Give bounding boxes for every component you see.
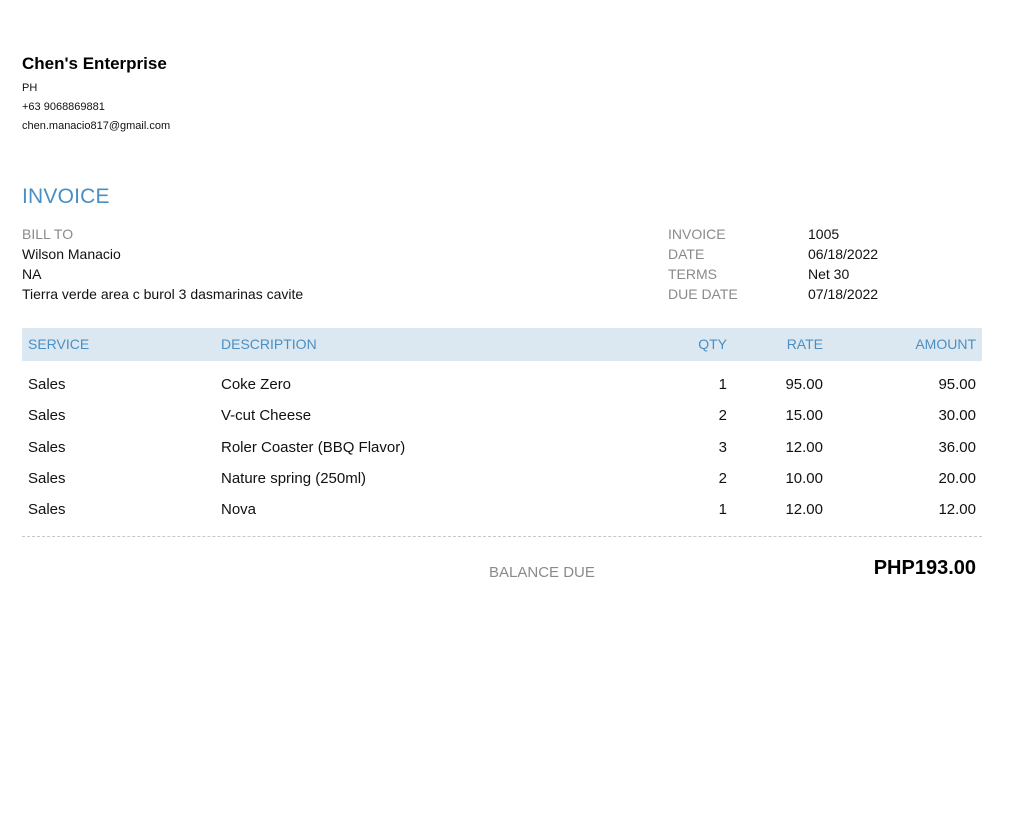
meta-label: DUE DATE bbox=[668, 286, 738, 302]
meta-value: Net 30 bbox=[808, 266, 850, 282]
cell-amount: 12.00 bbox=[938, 501, 976, 519]
meta-value: 07/18/2022 bbox=[808, 286, 879, 302]
cell-service: Sales bbox=[28, 501, 66, 519]
bill-to-line2: NA bbox=[22, 266, 42, 282]
meta-value: 1005 bbox=[808, 226, 840, 242]
meta-label: INVOICE bbox=[668, 226, 726, 242]
cell-rate: 12.00 bbox=[785, 501, 823, 519]
total-divider bbox=[22, 536, 982, 537]
cell-description: Nature spring (250ml) bbox=[221, 469, 367, 487]
company-name: Chen's Enterprise bbox=[22, 54, 167, 73]
cell-service: Sales bbox=[28, 469, 66, 487]
cell-service: Sales bbox=[28, 407, 66, 425]
cell-amount: 30.00 bbox=[938, 407, 976, 425]
table-row: Sales Nova 1 12.00 12.00 bbox=[22, 494, 982, 525]
cell-service: Sales bbox=[28, 438, 66, 456]
meta-label: TERMS bbox=[668, 266, 717, 282]
header-rate: RATE bbox=[786, 336, 823, 352]
invoice-meta: INVOICE 1005 DATE 06/18/2022 TERMS Net 3… bbox=[668, 224, 878, 304]
meta-row-due-date: DUE DATE 07/18/2022 bbox=[668, 284, 878, 304]
header-service: SERVICE bbox=[28, 336, 90, 352]
bill-to-name: Wilson Manacio bbox=[22, 246, 121, 262]
header-description: DESCRIPTION bbox=[221, 336, 317, 352]
meta-row-terms: TERMS Net 30 bbox=[668, 264, 878, 284]
meta-label: DATE bbox=[668, 246, 705, 262]
cell-qty: 1 bbox=[718, 501, 727, 519]
cell-qty: 3 bbox=[718, 438, 727, 456]
company-phone: +63 9068869881 bbox=[22, 101, 105, 113]
bill-to-address: Tierra verde area c burol 3 dasmarinas c… bbox=[22, 286, 304, 302]
company-country: PH bbox=[22, 82, 38, 94]
table-row: Sales Coke Zero 1 95.00 95.00 bbox=[22, 369, 982, 400]
balance-due-amount: PHP193.00 bbox=[873, 557, 976, 579]
cell-rate: 95.00 bbox=[785, 376, 823, 393]
table-row: Sales V-cut Cheese 2 15.00 30.00 bbox=[22, 400, 982, 431]
cell-description: Roler Coaster (BBQ Flavor) bbox=[221, 438, 406, 456]
cell-service: Sales bbox=[28, 376, 66, 393]
meta-row-date: DATE 06/18/2022 bbox=[668, 244, 878, 264]
bill-to-label: BILL TO bbox=[22, 226, 74, 242]
cell-amount: 36.00 bbox=[938, 438, 976, 456]
cell-amount: 95.00 bbox=[938, 376, 976, 393]
cell-qty: 1 bbox=[718, 376, 727, 393]
cell-qty: 2 bbox=[718, 469, 727, 487]
table-body: Sales Coke Zero 1 95.00 95.00 Sales V-cu… bbox=[22, 369, 982, 525]
company-email: chen.manacio817@gmail.com bbox=[22, 120, 171, 132]
bill-to-section: BILL TO Wilson Manacio NA Tierra verde a… bbox=[22, 224, 303, 304]
header-amount: AMOUNT bbox=[915, 336, 976, 352]
meta-value: 06/18/2022 bbox=[808, 246, 879, 262]
table-row: Sales Roler Coaster (BBQ Flavor) 3 12.00… bbox=[22, 432, 982, 463]
header-qty: QTY bbox=[698, 336, 727, 352]
cell-rate: 12.00 bbox=[785, 438, 823, 456]
cell-rate: 15.00 bbox=[785, 407, 823, 425]
cell-description: Nova bbox=[221, 501, 257, 519]
invoice-title: INVOICE bbox=[22, 185, 110, 208]
table-row: Sales Nature spring (250ml) 2 10.00 20.0… bbox=[22, 463, 982, 494]
meta-row-invoice: INVOICE 1005 bbox=[668, 224, 878, 244]
cell-amount: 20.00 bbox=[938, 469, 976, 487]
cell-description: V-cut Cheese bbox=[221, 407, 312, 425]
company-info: Chen's Enterprise PH +63 9068869881 chen… bbox=[22, 54, 170, 136]
table-header: SERVICE DESCRIPTION QTY RATE AMOUNT bbox=[22, 328, 982, 361]
line-items-table: SERVICE DESCRIPTION QTY RATE AMOUNT Sale… bbox=[22, 328, 982, 525]
cell-description: Coke Zero bbox=[221, 376, 292, 393]
cell-rate: 10.00 bbox=[785, 469, 823, 487]
cell-qty: 2 bbox=[718, 407, 727, 425]
balance-due-label: BALANCE DUE bbox=[489, 564, 595, 581]
